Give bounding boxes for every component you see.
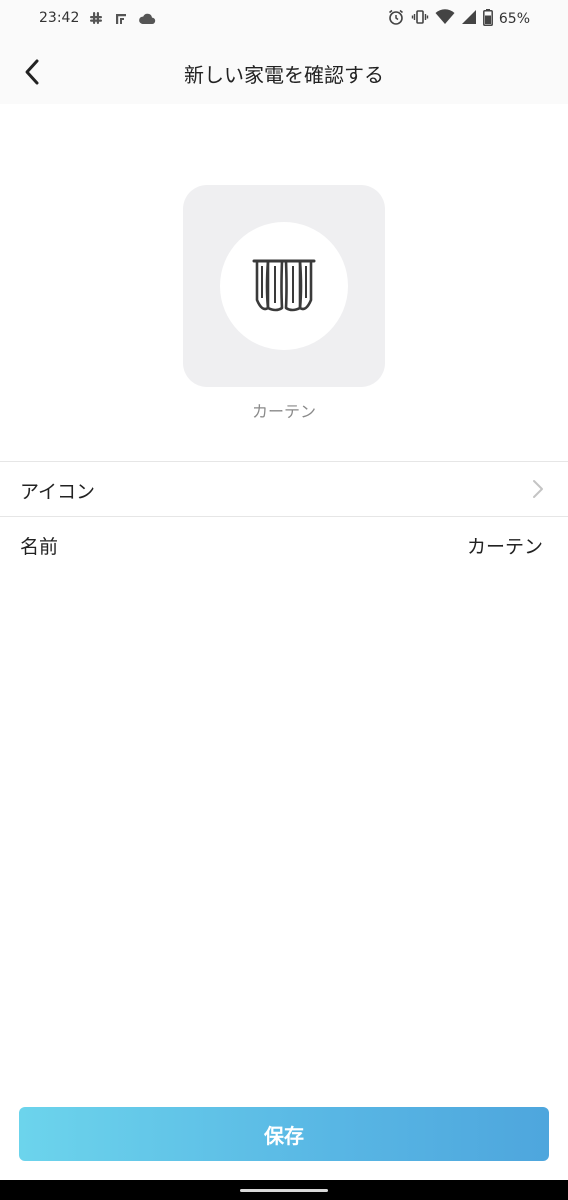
system-nav-bar — [0, 1180, 568, 1200]
home-gesture-handle[interactable] — [240, 1189, 328, 1192]
save-button-label: 保存 — [264, 1123, 304, 1148]
f-app-icon — [114, 11, 128, 30]
save-button[interactable]: 保存 — [19, 1107, 549, 1161]
slack-icon — [88, 10, 104, 30]
icon-row[interactable]: アイコン — [0, 462, 568, 516]
battery-percent: 65% — [498, 11, 530, 27]
status-bar: 23:42 65% — [0, 0, 568, 40]
device-name-caption: カーテン — [251, 402, 316, 421]
icon-row-label: アイコン — [20, 481, 96, 503]
status-time: 23:42 — [39, 10, 80, 26]
status-right: 65% — [387, 8, 530, 30]
chevron-right-icon — [532, 479, 544, 503]
name-row-label: 名前 — [20, 536, 59, 558]
header: 新しい家電を確認する — [0, 40, 568, 104]
name-row-value: カーテン — [466, 536, 543, 558]
battery-icon — [482, 8, 493, 30]
cloud-icon — [138, 11, 156, 30]
page-title: 新しい家電を確認する — [184, 63, 384, 87]
name-row[interactable]: 名前 カーテン — [0, 517, 568, 571]
signal-icon — [461, 9, 477, 29]
screen: 23:42 65% 新しい家電を確認する カーテン アイコン 名前 カーテン 保… — [0, 0, 568, 1200]
wifi-icon — [435, 9, 455, 29]
vibrate-icon — [411, 8, 429, 30]
device-icon-tile — [183, 185, 385, 387]
status-left-icons — [88, 10, 156, 30]
curtain-icon — [252, 259, 316, 312]
alarm-icon — [387, 8, 405, 30]
device-icon-circle — [220, 222, 348, 350]
